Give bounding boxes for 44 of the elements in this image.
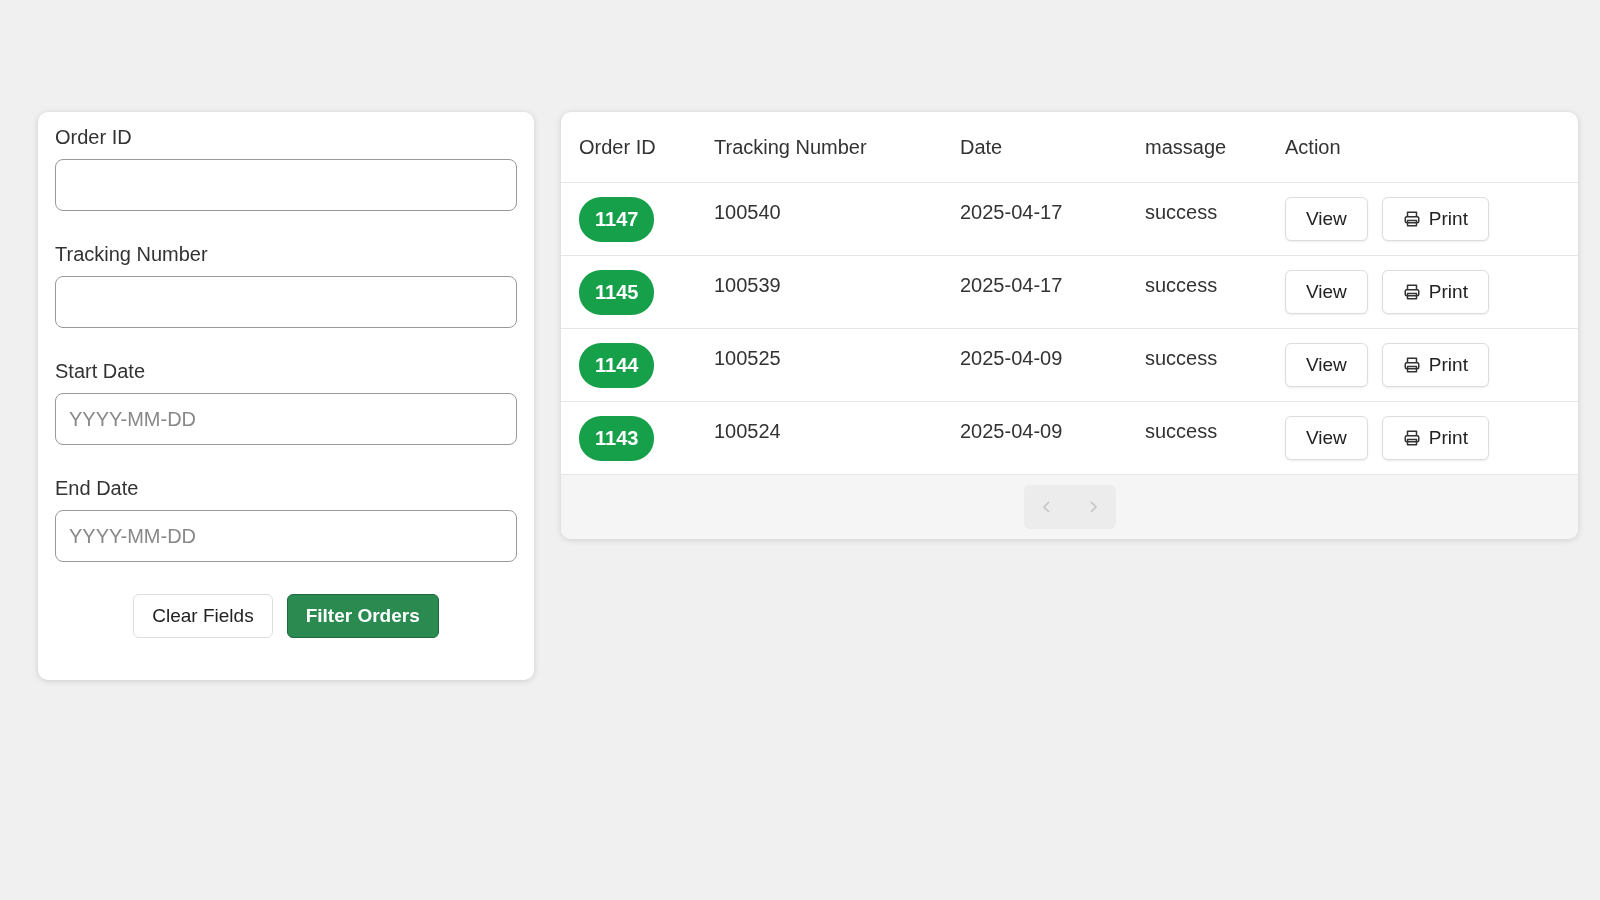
field-label: Order ID — [55, 126, 133, 149]
table-cell: 2025-04-17 — [960, 201, 1063, 223]
column-header: Tracking Number — [714, 135, 868, 159]
view-button[interactable]: View — [1285, 197, 1368, 241]
input-field[interactable] — [55, 276, 517, 328]
input-field[interactable]: YYYY-MM-DD — [55, 393, 517, 445]
table-cell: success — [1145, 420, 1218, 442]
view-button[interactable]: View — [1285, 343, 1368, 387]
column-header: Order ID — [578, 135, 657, 159]
order-id-badge: 1144 — [579, 342, 655, 388]
filter-button[interactable]: Filter Orders — [286, 594, 439, 638]
column-header: massage — [1145, 135, 1228, 159]
table-cell: 2025-04-09 — [960, 420, 1063, 442]
table-cell: success — [1145, 201, 1218, 223]
table-cell: 2025-04-09 — [960, 347, 1063, 369]
table-cell: success — [1145, 347, 1218, 369]
table-cell: 100540 — [714, 201, 781, 223]
print-button[interactable]: Print — [1381, 270, 1489, 314]
field-label: End Date — [55, 477, 140, 500]
printer-icon — [1402, 210, 1421, 228]
printer-icon — [1402, 356, 1421, 374]
view-button[interactable]: View — [1285, 416, 1368, 460]
print-button[interactable]: Print — [1381, 197, 1489, 241]
table-cell: 2025-04-17 — [960, 274, 1063, 296]
printer-icon — [1402, 429, 1421, 447]
input-field[interactable]: YYYY-MM-DD — [55, 510, 517, 562]
view-button[interactable]: View — [1285, 270, 1368, 314]
clear-button[interactable]: Clear Fields — [133, 594, 273, 638]
order-id-badge: 1147 — [579, 196, 655, 242]
order-id-badge: 1145 — [579, 269, 655, 315]
table-cell: 100525 — [714, 347, 781, 369]
print-button[interactable]: Print — [1381, 343, 1489, 387]
column-header: Action — [1285, 135, 1342, 159]
input-field[interactable] — [55, 159, 517, 211]
print-button[interactable]: Print — [1381, 416, 1489, 460]
table-cell: 100524 — [714, 420, 781, 442]
chevron-left-icon — [1040, 500, 1053, 514]
table-cell: success — [1145, 274, 1218, 296]
table-cell: 100539 — [714, 274, 781, 296]
order-id-badge: 1143 — [579, 415, 655, 461]
column-header: Date — [960, 135, 1004, 159]
field-label: Tracking Number — [55, 243, 209, 266]
printer-icon — [1402, 283, 1421, 301]
field-label: Start Date — [55, 360, 147, 383]
